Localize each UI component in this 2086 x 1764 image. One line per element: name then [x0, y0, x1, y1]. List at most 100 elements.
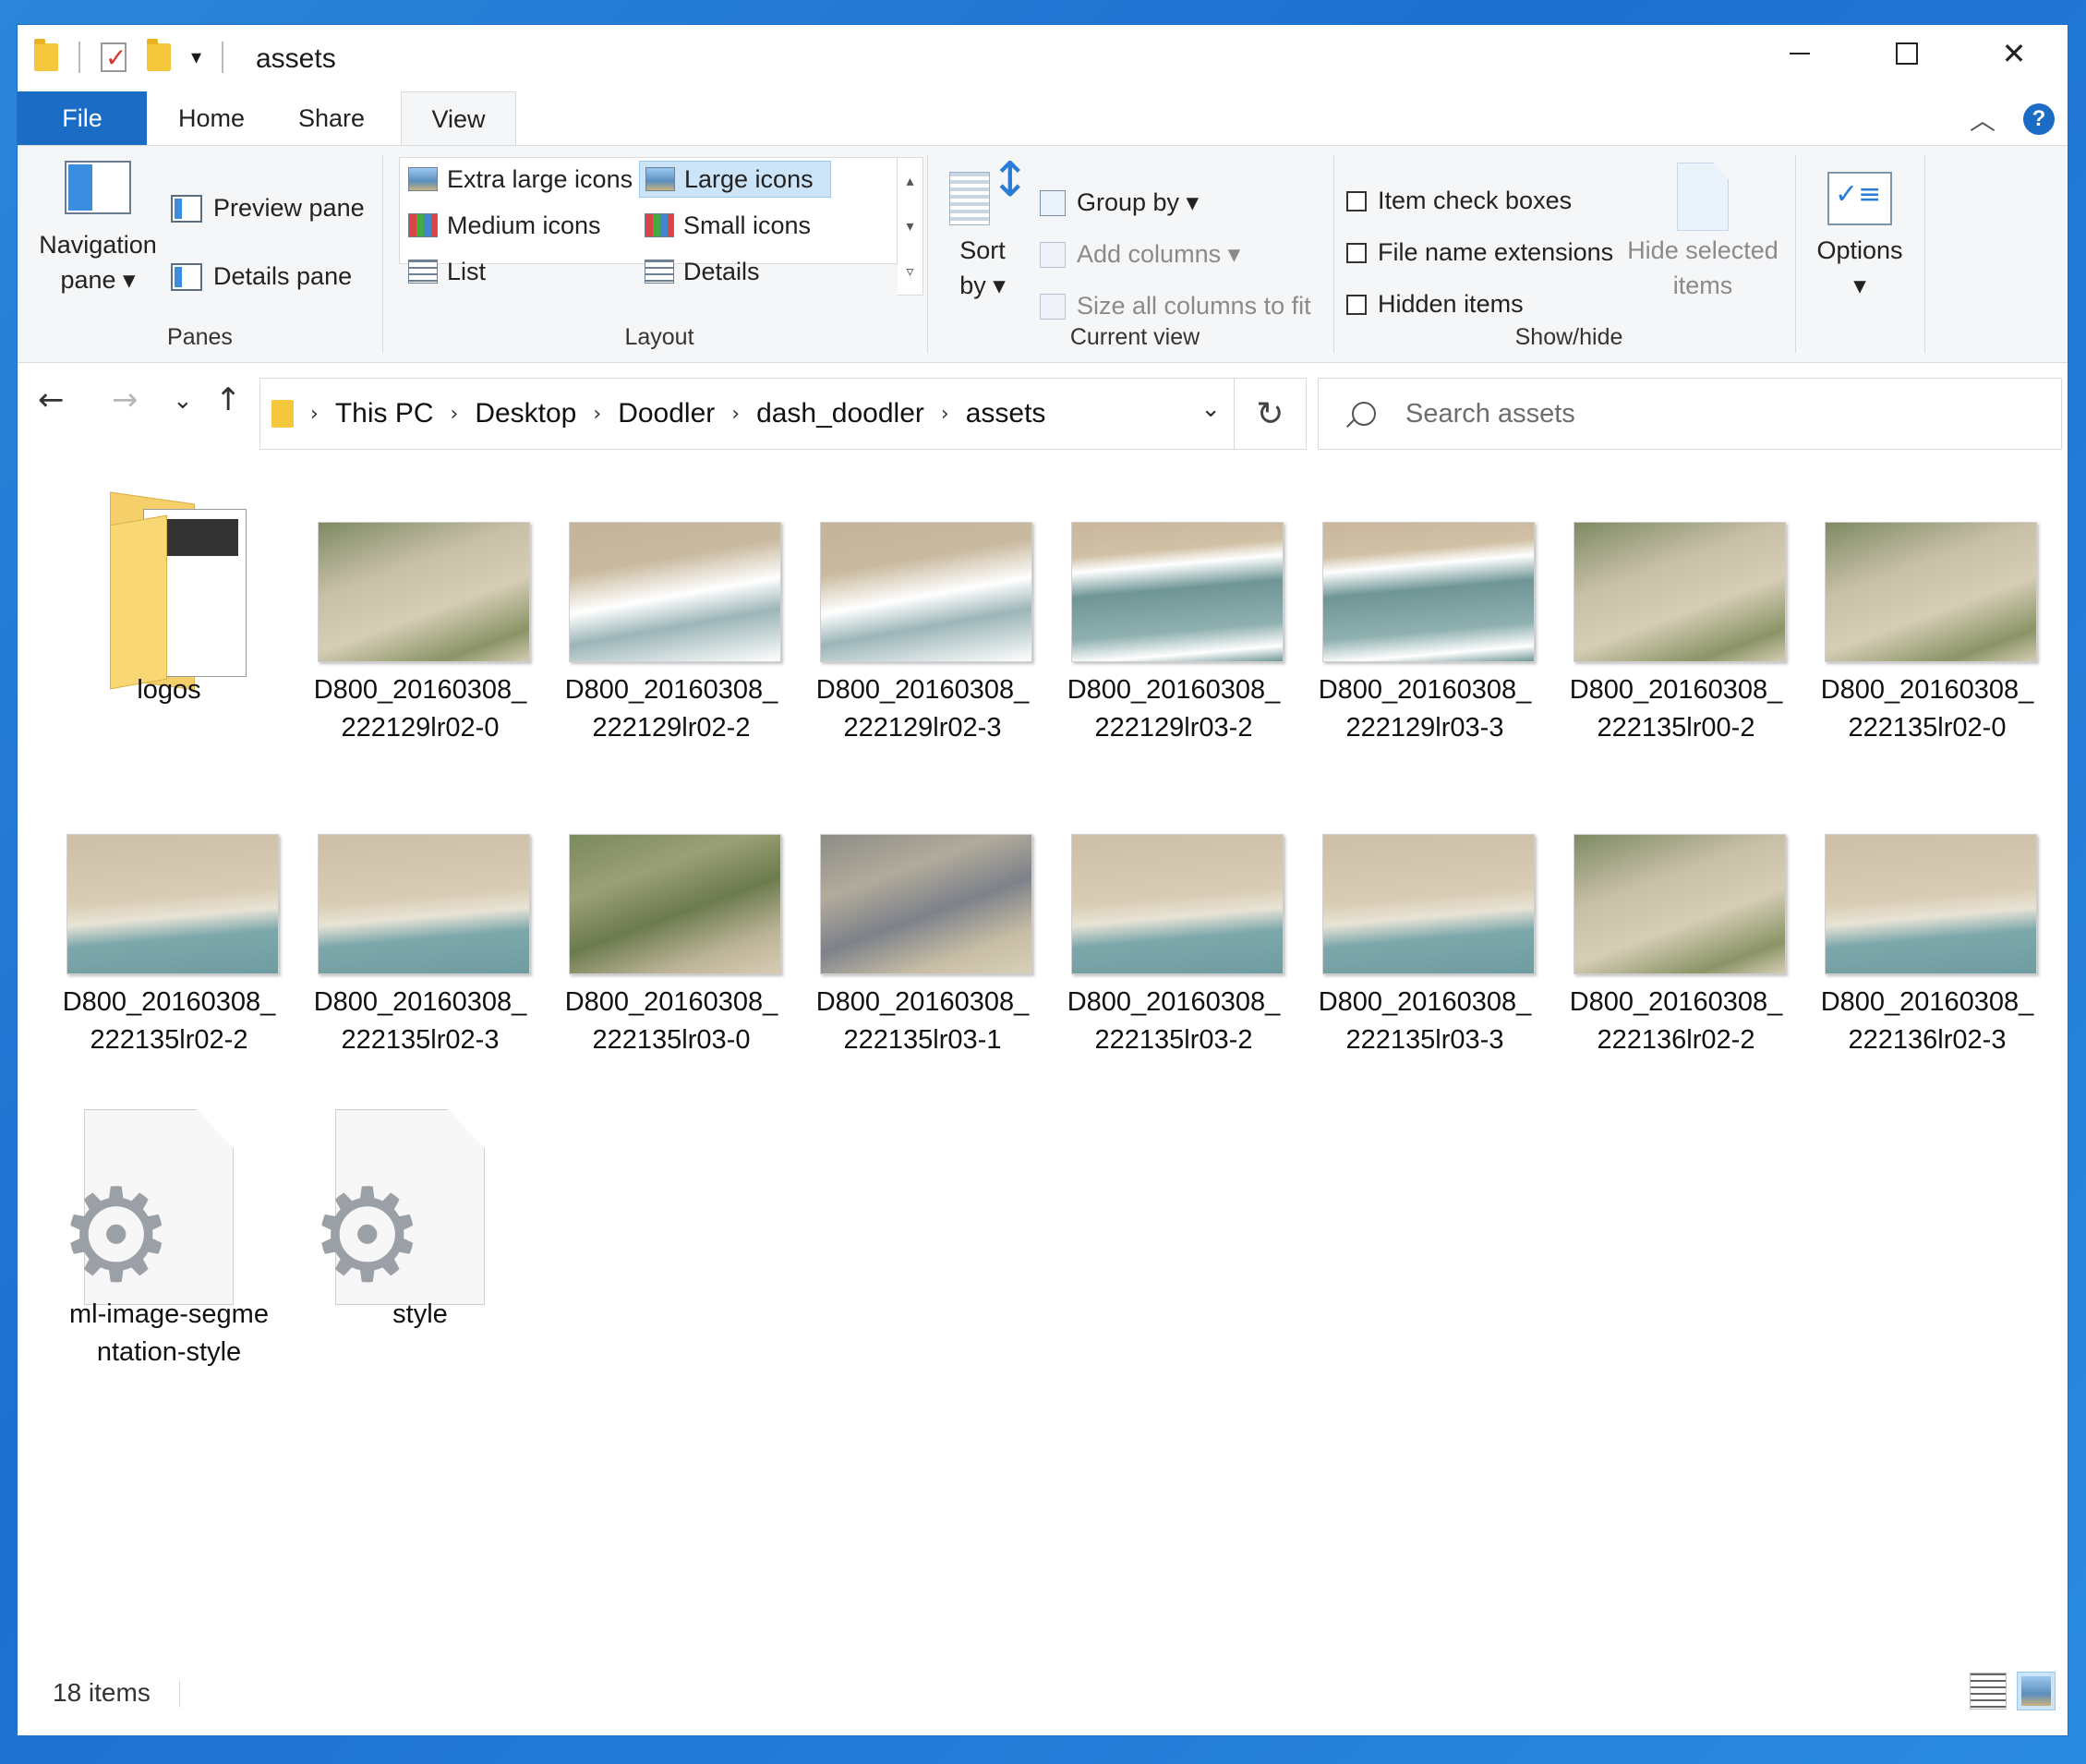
recent-locations-chevron-down-icon[interactable]: ⌄	[173, 387, 193, 415]
divider	[1333, 155, 1334, 353]
file-name-line-1: D800_20160308_	[1820, 987, 2034, 1017]
breadcrumb-separator-icon[interactable]: ›	[731, 403, 740, 426]
image-file-item[interactable]: D800_20160308_ 222135lr03-2	[1041, 777, 1284, 1072]
folder-item[interactable]: logos	[36, 465, 258, 760]
large-icons-icon	[645, 167, 675, 191]
extra-large-icons-option[interactable]: Extra large icons	[403, 161, 638, 198]
image-file-item[interactable]: D800_20160308_ 222129lr03-2	[1041, 465, 1284, 760]
image-thumbnail	[820, 834, 1032, 974]
image-file-item[interactable]: D800_20160308_ 222135lr03-3	[1292, 777, 1535, 1072]
forward-arrow-icon[interactable]: →	[112, 381, 139, 418]
preview-pane-button[interactable]: Preview pane	[171, 194, 365, 223]
image-file-item[interactable]: D800_20160308_ 222135lr03-0	[538, 777, 781, 1072]
navigation-pane-button[interactable]: Navigation pane ▾	[29, 161, 167, 297]
new-folder-icon[interactable]	[147, 39, 171, 71]
maximize-icon	[1896, 42, 1918, 65]
details-view-icon[interactable]	[1970, 1673, 2007, 1710]
panes-group-label: Panes	[167, 324, 233, 350]
more-layouts-icon[interactable]: ▿	[906, 262, 913, 281]
tab-share[interactable]: Share	[276, 91, 387, 145]
size-all-columns-button[interactable]: Size all columns to fit	[1040, 292, 1311, 320]
close-button[interactable]: ✕	[1960, 25, 2068, 82]
breadcrumb-desktop[interactable]: Desktop	[475, 398, 576, 429]
breadcrumb-separator-icon[interactable]: ›	[451, 403, 459, 426]
item-check-boxes-checkbox[interactable]	[1346, 190, 1367, 211]
small-icons-option[interactable]: Small icons	[639, 207, 816, 244]
back-arrow-icon[interactable]: ←	[38, 381, 65, 418]
help-button[interactable]: ?	[2023, 103, 2055, 135]
large-icons-view-icon[interactable]	[2017, 1672, 2056, 1710]
navigation-pane-label-2: pane ▾	[60, 266, 136, 294]
customize-toolbar-chevron-down-icon[interactable]: ▾	[191, 45, 201, 69]
medium-icons-option[interactable]: Medium icons	[403, 207, 607, 244]
list-option[interactable]: List	[403, 253, 491, 290]
breadcrumb-dash-doodler[interactable]: dash_doodler	[756, 398, 924, 429]
image-file-item[interactable]: D800_20160308_ 222135lr02-0	[1794, 465, 2037, 760]
options-button[interactable]: Options ▾	[1800, 172, 1920, 303]
file-name-line-1: D800_20160308_	[1318, 987, 1532, 1017]
large-icons-option[interactable]: Large icons	[639, 161, 831, 198]
image-file-item[interactable]: D800_20160308_ 222129lr02-0	[287, 465, 530, 760]
minimize-ribbon-chevron-up-icon[interactable]: ︿	[1970, 101, 1996, 138]
details-pane-button[interactable]: Details pane	[171, 262, 352, 291]
refresh-icon[interactable]: ↻	[1235, 378, 1307, 450]
image-file-item[interactable]: D800_20160308_ 222136lr02-3	[1794, 777, 2037, 1072]
up-arrow-icon[interactable]: ↑	[215, 381, 242, 418]
hidden-items-checkbox[interactable]	[1346, 294, 1367, 315]
add-columns-label: Add columns ▾	[1077, 240, 1241, 268]
details-option[interactable]: Details	[639, 253, 766, 290]
breadcrumb-assets[interactable]: assets	[966, 398, 1046, 429]
address-history-chevron-down-icon[interactable]: ⌄	[1200, 395, 1221, 423]
breadcrumb-separator-icon[interactable]: ›	[310, 403, 319, 426]
file-name-line-2: 222129lr02-3	[843, 713, 1002, 743]
current-view-group-label: Current view	[1069, 324, 1200, 350]
image-file-item[interactable]: D800_20160308_ 222129lr02-3	[790, 465, 1032, 760]
item-count: 18 items	[53, 1678, 151, 1707]
details-icon	[645, 260, 674, 284]
breadcrumb-separator-icon[interactable]: ›	[593, 403, 601, 426]
hide-selected-items-button[interactable]: Hide selected items	[1620, 163, 1786, 303]
scroll-up-icon[interactable]: ▴	[906, 172, 913, 190]
tab-view[interactable]: View	[401, 91, 516, 147]
ribbon-tabs: File Home Share View ︿ ?	[18, 91, 2068, 147]
ribbon: Navigation pane ▾ Preview pane Details p…	[18, 145, 2068, 363]
breadcrumb-this-pc[interactable]: This PC	[335, 398, 434, 429]
tab-home[interactable]: Home	[156, 91, 267, 145]
tab-file[interactable]: File	[18, 91, 147, 145]
divider	[1795, 155, 1796, 353]
breadcrumb-doodler[interactable]: Doodler	[618, 398, 715, 429]
add-columns-button[interactable]: Add columns ▾	[1040, 240, 1240, 269]
address-box[interactable]: › This PC › Desktop › Doodler › dash_doo…	[259, 378, 1235, 450]
image-file-item[interactable]: D800_20160308_ 222129lr03-3	[1292, 465, 1535, 760]
search-input[interactable]: Search assets	[1318, 378, 2062, 450]
extra-large-icons-icon	[408, 167, 438, 191]
file-name-extensions-toggle[interactable]: File name extensions	[1346, 238, 1613, 267]
folder-icon[interactable]	[34, 39, 58, 71]
image-thumbnail	[1322, 834, 1535, 974]
file-name-line-1: D800_20160308_	[1318, 675, 1532, 705]
file-name-line-1: style	[392, 1299, 448, 1329]
image-thumbnail	[318, 834, 530, 974]
image-file-item[interactable]: D800_20160308_ 222135lr00-2	[1543, 465, 1786, 760]
css-file-item[interactable]: ⚙ ml-image-segme ntation-style	[36, 1089, 269, 1384]
image-file-item[interactable]: D800_20160308_ 222136lr02-2	[1543, 777, 1786, 1072]
show-hide-group: Item check boxes File name extensions Hi…	[1343, 146, 1795, 362]
layout-gallery-scrollbar[interactable]: ▴ ▾ ▿	[898, 157, 923, 296]
maximize-button[interactable]	[1853, 25, 1960, 82]
item-check-boxes-toggle[interactable]: Item check boxes	[1346, 187, 1572, 215]
image-file-item[interactable]: D800_20160308_ 222135lr03-1	[790, 777, 1032, 1072]
hidden-items-toggle[interactable]: Hidden items	[1346, 290, 1524, 319]
breadcrumb-separator-icon[interactable]: ›	[941, 403, 949, 426]
group-by-button[interactable]: Group by ▾	[1040, 188, 1199, 217]
properties-icon[interactable]	[101, 42, 127, 73]
scroll-down-icon[interactable]: ▾	[906, 217, 913, 236]
image-file-item[interactable]: D800_20160308_ 222129lr02-2	[538, 465, 781, 760]
css-file-item[interactable]: ⚙ style	[287, 1089, 509, 1384]
divider	[78, 42, 80, 73]
sort-by-button[interactable]: Sort by ▾	[936, 163, 1031, 303]
minimize-button[interactable]	[1746, 25, 1853, 82]
file-name-line-2: 222135lr03-3	[1345, 1025, 1504, 1055]
image-file-item[interactable]: D800_20160308_ 222135lr02-2	[36, 777, 279, 1072]
file-name-extensions-checkbox[interactable]	[1346, 242, 1367, 263]
image-file-item[interactable]: D800_20160308_ 222135lr02-3	[287, 777, 530, 1072]
